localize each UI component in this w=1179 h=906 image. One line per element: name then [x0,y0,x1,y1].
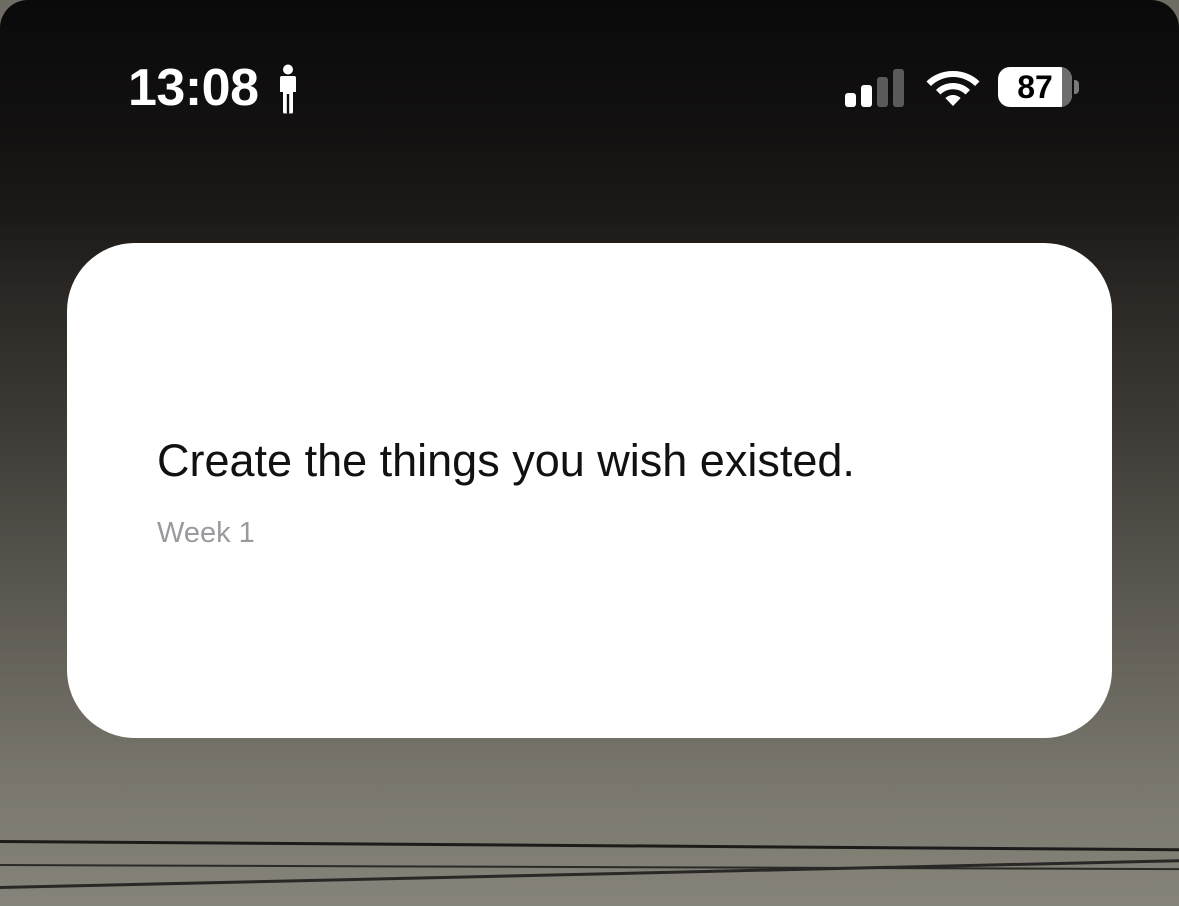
background-wire [0,858,1179,889]
widget-quote-text: Create the things you wish existed. [157,435,855,486]
battery-body: 87 [998,67,1072,107]
battery-percent: 87 [1017,69,1053,105]
background-wire [0,840,1179,852]
quote-widget[interactable]: Create the things you wish existed. Week… [67,243,1112,738]
person-standing-icon [280,64,296,114]
wifi-icon [926,71,980,106]
status-bar: 13:08 87 [0,0,1179,175]
battery-icon: 87 [998,67,1084,109]
cellular-signal-icon [845,69,904,107]
battery-tip [1074,80,1079,94]
status-time: 13:08 [128,59,259,117]
widget-week-label: Week 1 [157,517,255,549]
